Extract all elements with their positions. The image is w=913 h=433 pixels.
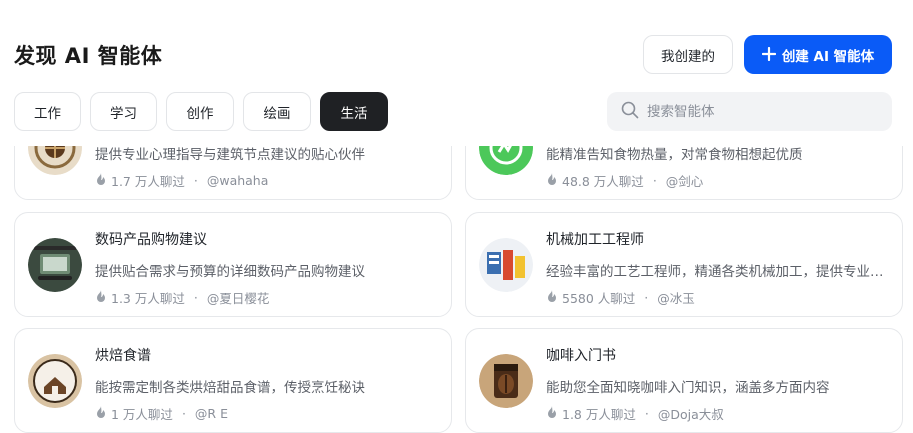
fire-icon bbox=[95, 172, 107, 189]
my-created-button[interactable]: 我创建的 bbox=[643, 35, 733, 74]
agent-avatar bbox=[28, 238, 82, 292]
agent-author: @R E bbox=[194, 406, 228, 421]
agent-author: @wahaha bbox=[206, 173, 269, 188]
agent-description: 经验丰富的工艺工程师，精通各类机械加工，提供专业建议 bbox=[546, 264, 886, 280]
tab-life[interactable]: 生活 bbox=[320, 92, 388, 131]
agent-author: @剑心 bbox=[665, 174, 704, 189]
separator-dot: · bbox=[644, 290, 649, 305]
search-input[interactable] bbox=[647, 103, 867, 120]
tab-painting[interactable]: 绘画 bbox=[243, 92, 311, 131]
agent-title: 数码产品购物建议 bbox=[95, 232, 207, 248]
agent-description: 能按需定制各类烘焙甜品食谱，传授烹饪秘诀 bbox=[95, 380, 365, 396]
agent-avatar bbox=[28, 354, 82, 408]
fire-icon bbox=[546, 172, 558, 189]
agent-card[interactable]: 数码产品购物建议 提供贴合需求与预算的详细数码产品购物建议 1.3 万人聊过 ·… bbox=[14, 212, 452, 317]
agent-card[interactable]: 烘焙食谱 能按需定制各类烘焙甜品食谱，传授烹饪秘诀 1 万人聊过 · @R E bbox=[14, 328, 452, 433]
chat-count: 5580 人聊过 bbox=[562, 291, 636, 306]
tab-creation[interactable]: 创作 bbox=[166, 92, 234, 131]
category-tabs: 工作 学习 创作 绘画 生活 bbox=[14, 92, 388, 131]
agent-meta: 48.8 万人聊过 · @剑心 bbox=[546, 171, 703, 190]
agent-grid: 提供专业心理指导与建筑节点建议的贴心伙伴 1.7 万人聊过 · @wahaha … bbox=[0, 146, 913, 433]
separator-dot: · bbox=[193, 290, 198, 305]
search-box[interactable] bbox=[607, 92, 892, 131]
agent-card[interactable]: 能精准告知食物热量，对常食物相想起优质 48.8 万人聊过 · @剑心 bbox=[465, 146, 903, 200]
agent-avatar bbox=[28, 146, 82, 175]
chat-count: 1.8 万人聊过 bbox=[562, 407, 636, 422]
agent-avatar bbox=[479, 146, 533, 175]
chat-count: 1.7 万人聊过 bbox=[111, 174, 185, 189]
agent-author: @Doja大叔 bbox=[657, 407, 724, 422]
separator-dot: · bbox=[181, 406, 186, 421]
agent-avatar bbox=[479, 354, 533, 408]
agent-author: @夏日樱花 bbox=[206, 291, 270, 306]
fire-icon bbox=[95, 289, 107, 306]
fire-icon bbox=[546, 289, 558, 306]
search-icon bbox=[621, 101, 639, 123]
agent-meta: 1.8 万人聊过 · @Doja大叔 bbox=[546, 404, 724, 423]
agent-meta: 1.3 万人聊过 · @夏日樱花 bbox=[95, 288, 269, 307]
fire-icon bbox=[95, 405, 107, 422]
agent-avatar bbox=[479, 238, 533, 292]
agent-title: 烘焙食谱 bbox=[95, 348, 151, 364]
agent-meta: 5580 人聊过 · @冰玉 bbox=[546, 288, 695, 307]
fire-icon bbox=[546, 405, 558, 422]
chat-count: 1 万人聊过 bbox=[111, 407, 173, 422]
separator-dot: · bbox=[193, 173, 198, 188]
chat-count: 1.3 万人聊过 bbox=[111, 291, 185, 306]
create-agent-label: 创建 AI 智能体 bbox=[781, 48, 875, 65]
agent-card[interactable]: 提供专业心理指导与建筑节点建议的贴心伙伴 1.7 万人聊过 · @wahaha bbox=[14, 146, 452, 200]
tab-study[interactable]: 学习 bbox=[90, 92, 157, 131]
agent-author: @冰玉 bbox=[657, 291, 695, 306]
plus-icon bbox=[761, 44, 776, 64]
separator-dot: · bbox=[652, 173, 657, 188]
page-title: 发现 AI 智能体 bbox=[14, 44, 163, 68]
agent-description: 提供贴合需求与预算的详细数码产品购物建议 bbox=[95, 264, 365, 280]
agent-description: 能助您全面知晓咖啡入门知识，涵盖多方面内容 bbox=[546, 380, 830, 396]
page-header: 发现 AI 智能体 我创建的 创建 AI 智能体 bbox=[0, 0, 913, 88]
chat-count: 48.8 万人聊过 bbox=[562, 174, 644, 189]
separator-dot: · bbox=[644, 406, 649, 421]
agent-meta: 1 万人聊过 · @R E bbox=[95, 404, 228, 423]
agent-description: 提供专业心理指导与建筑节点建议的贴心伙伴 bbox=[95, 147, 365, 163]
agent-card[interactable]: 机械加工工程师 经验丰富的工艺工程师，精通各类机械加工，提供专业建议 5580 … bbox=[465, 212, 903, 317]
agent-title: 机械加工工程师 bbox=[546, 232, 644, 248]
agent-title: 咖啡入门书 bbox=[546, 348, 616, 364]
tab-work[interactable]: 工作 bbox=[14, 92, 81, 131]
agent-card[interactable]: 咖啡入门书 能助您全面知晓咖啡入门知识，涵盖多方面内容 1.8 万人聊过 · @… bbox=[465, 328, 903, 433]
create-agent-button[interactable]: 创建 AI 智能体 bbox=[744, 35, 892, 74]
agent-description: 能精准告知食物热量，对常食物相想起优质 bbox=[546, 147, 803, 163]
agent-meta: 1.7 万人聊过 · @wahaha bbox=[95, 171, 268, 190]
